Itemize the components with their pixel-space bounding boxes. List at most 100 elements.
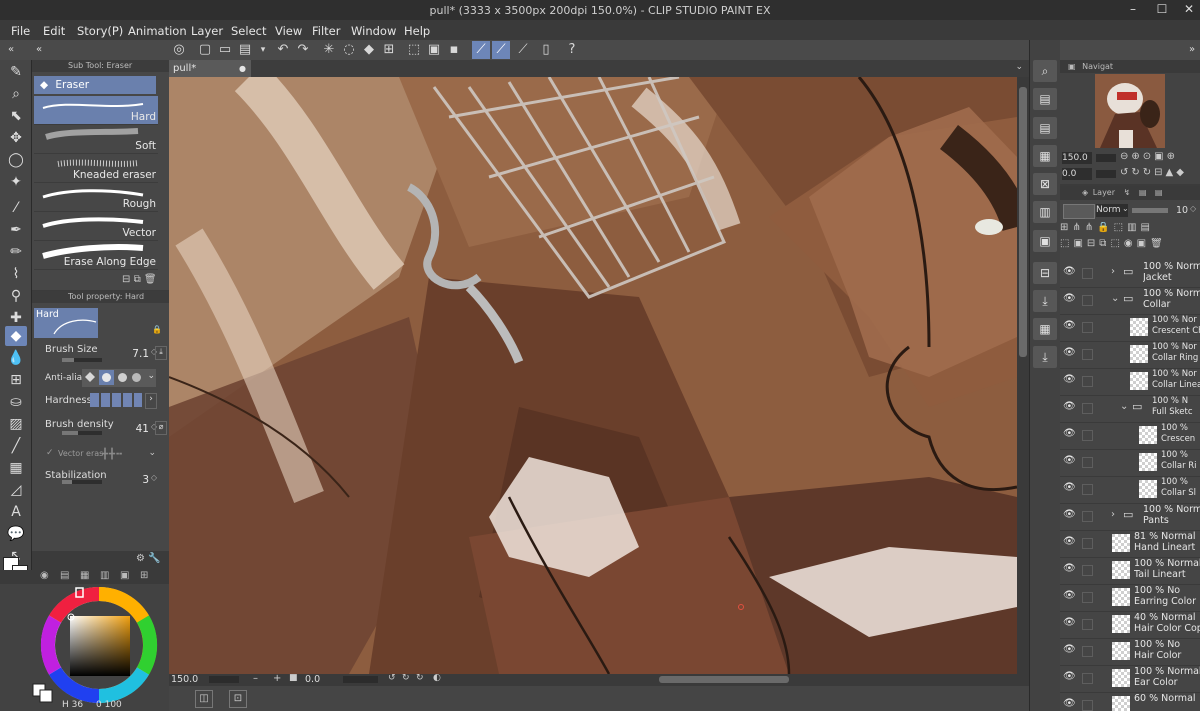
eye-icon[interactable]: 👁 [1063,510,1076,520]
layer-select-checkbox[interactable] [1082,592,1093,603]
navigator-zoom-value[interactable]: 150.0 [1062,152,1092,164]
balloon-icon[interactable]: 💬 [5,524,27,544]
menu-select[interactable]: Select [231,24,266,38]
duplicate-layer-icon[interactable]: ⧉ [1099,238,1110,249]
airbrush-icon[interactable]: ⚲ [5,286,27,306]
special-ruler-snap-icon[interactable]: ⟋ [492,41,510,59]
antialias-row[interactable]: Anti-alias ⌄ [32,369,169,393]
layer-lock-transparent-icon[interactable]: ⬚ [1114,222,1127,233]
figure-icon[interactable]: ╱ [5,436,27,456]
chevron-down-icon[interactable]: ⌄ [1122,204,1129,213]
new-raster-layer-icon[interactable]: ⬚ [1060,238,1073,249]
layer-folder-row[interactable]: 👁 ⌄ ▭ 100 % N Full Sketc [1060,395,1200,423]
fit-icon[interactable]: ■ [289,673,298,683]
maximize-button[interactable]: ☐ [1155,2,1169,16]
fill-tool-icon[interactable]: ⊞ [5,370,27,390]
layer-mask-icon[interactable]: ▥ [1127,222,1140,233]
layer-name[interactable]: Hair Color [1134,650,1200,661]
layer-row[interactable]: 👁 100 % No Hair Color [1060,638,1200,666]
sub-color-mini[interactable] [39,689,53,703]
page-manager-icon[interactable]: ◫ [195,690,213,708]
color-slider-tab-icon[interactable]: ▤ [60,570,69,581]
minimize-button[interactable]: – [1126,2,1140,16]
navigator-tab-icon[interactable]: ▣ [1068,62,1076,71]
navigator-rotation-value[interactable]: 0.0 [1062,168,1092,180]
zoom-slider[interactable] [209,676,239,683]
layer-ruler-icon[interactable]: ⋔ [1085,222,1097,233]
history-tab-icon[interactable]: ⊞ [140,570,148,581]
new-file-icon[interactable]: ▢ [196,41,214,59]
brush-size-slider[interactable] [62,358,102,362]
zoom-readout[interactable]: 150.0 [171,674,198,685]
layer-name[interactable]: Collar Ri [1161,461,1200,471]
paint-bucket-icon[interactable]: ⛀ [5,392,27,412]
pencil-icon[interactable]: ✏ [5,242,27,262]
chevron-right-icon[interactable]: › [1111,509,1121,521]
layer-select-checkbox[interactable] [1082,295,1093,306]
blend-icon[interactable]: 💧 [5,348,27,368]
eyedropper-icon[interactable]: ⁄ [5,198,27,218]
layer-select-checkbox[interactable] [1082,376,1093,387]
eye-icon[interactable]: 👁 [1063,537,1076,547]
brush-item-erase-along-edge[interactable]: Erase Along Edge [34,241,158,270]
menu-view[interactable]: View [275,24,302,38]
layer-select-checkbox[interactable] [1082,322,1093,333]
brush-icon[interactable]: ⌇ [5,264,27,284]
ruler-icon[interactable]: ◿ [5,480,27,500]
layer-folder-row[interactable]: 👁 › ▭ 100 % Norm Jacket [1060,260,1200,288]
navigator-rotate-buttons[interactable]: ↺↻↻⊟▲◆ [1120,167,1187,178]
menu-layer[interactable]: Layer [191,24,223,38]
eraser-tool-icon[interactable]: ◆ [5,326,27,346]
layer-color-selector[interactable] [1063,204,1095,219]
subtool-group-eraser[interactable]: ◆ Eraser [34,76,156,94]
frame-icon[interactable]: ▦ [5,458,27,478]
menu-file[interactable]: File [11,24,30,38]
layer-select-checkbox[interactable] [1082,268,1093,279]
deselect-icon[interactable]: ⬚ [405,41,423,59]
canvas-vertical-scrollbar[interactable] [1017,77,1029,674]
show-selection-icon[interactable]: ▪ [445,41,463,59]
layer-name[interactable]: Pants [1143,515,1200,526]
layer-property-icon[interactable]: ▤ [1033,88,1057,110]
brush-item-hard[interactable]: Hard [34,96,158,125]
layer-row[interactable]: 👁 60 % Normal [1060,692,1200,711]
new-folder-icon[interactable]: ⊟ [1087,238,1099,249]
item-bank-icon[interactable]: ⊟ [1033,262,1057,284]
zoom-tool-icon[interactable]: ⌕ [5,84,27,104]
history-icon[interactable]: ▥ [1033,201,1057,223]
zoom-in-icon[interactable]: + [273,673,281,684]
layer-search-tab-icon[interactable]: ▤ [1139,188,1147,197]
color-wheel[interactable] [0,584,169,711]
rotation-slider[interactable] [343,676,378,683]
eye-icon[interactable]: 👁 [1063,618,1076,628]
brush-item-kneaded[interactable]: Kneaded eraser [34,154,158,183]
lock-icon[interactable]: 🔒 [152,325,162,334]
gradient-icon[interactable]: ▨ [5,414,27,434]
layer-search-icon[interactable]: ▤ [1033,117,1057,139]
text-tool-icon[interactable]: A [5,502,27,522]
navigator-zoom-buttons[interactable]: ⊖⊕⊙▣⊕ [1120,151,1178,162]
stabilization-row[interactable]: Stabilization 3 ◇ [32,468,169,492]
collapse-panel-icon[interactable]: « [30,41,48,59]
hardness-steps[interactable] [90,393,142,407]
vector-eraser-row[interactable]: ✓ Vector eras ╋╋╍ ⌄ [32,445,169,469]
clear-icon[interactable]: ◌ [340,41,358,59]
stabilization-slider[interactable] [62,480,102,484]
opacity-value[interactable]: 10 [1176,205,1188,216]
menu-edit[interactable]: Edit [43,24,65,38]
layer-row[interactable]: 👁 100 % Normal Tail Lineart [1060,557,1200,585]
layer-name[interactable]: Crescen [1161,434,1200,444]
invert-selection-icon[interactable]: ▣ [425,41,443,59]
eye-icon[interactable]: 👁 [1063,456,1076,466]
quick-access-icon[interactable]: ▦ [1033,318,1057,340]
animation-timeline-icon[interactable]: ▦ [1033,145,1057,167]
eye-icon[interactable]: 👁 [1063,672,1076,682]
brush-item-vector[interactable]: Vector [34,212,158,241]
eye-icon[interactable]: 👁 [1063,348,1076,358]
layer-name[interactable]: Hand Lineart [1134,542,1200,553]
antialias-strong-icon[interactable] [132,373,141,382]
opacity-slider[interactable] [1132,208,1168,213]
tool-settings-icon[interactable]: 🔧 [148,553,160,564]
layer-select-checkbox[interactable] [1082,511,1093,522]
mask-layer-icon[interactable]: ◉ [1124,238,1137,249]
